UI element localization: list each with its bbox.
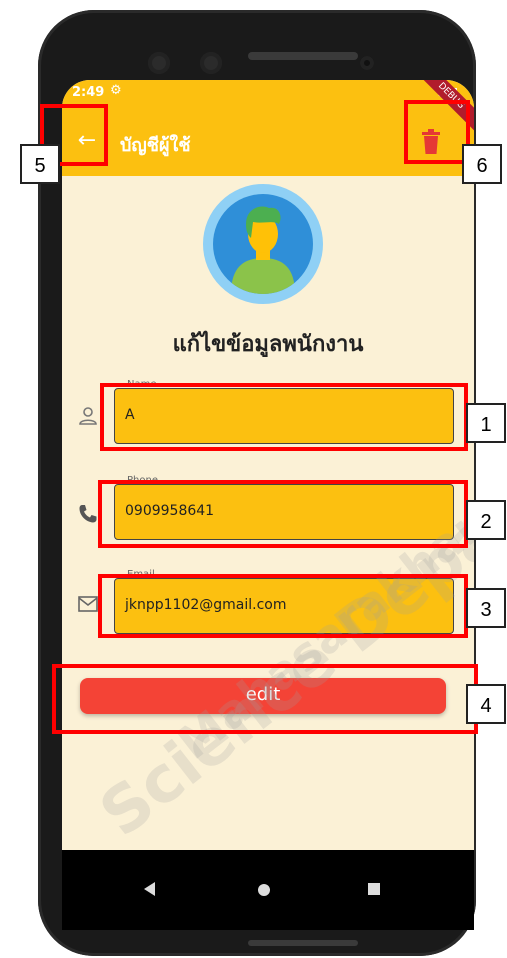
annotation-number-2: 2 [466,500,506,540]
status-time: 2:49 [72,85,105,100]
form-heading: แก้ไขข้อมูลพนักงาน [172,332,364,357]
person-icon [79,407,97,425]
nav-home-icon[interactable] [258,884,270,896]
highlight-box-phone [98,480,468,548]
bottom-speaker [248,940,358,946]
highlight-box-delete [404,100,470,164]
camera-icon [200,52,222,74]
highlight-box-email [98,574,468,638]
annotation-number-4: 4 [466,684,506,724]
earpiece-speaker [248,52,358,60]
front-sensor [360,56,374,70]
page-title: บัญชีผู้ใช้ [120,135,191,156]
android-nav-bar [62,850,474,930]
settings-gear-icon: ⚙ [110,83,122,98]
phone-icon [79,505,97,523]
nav-back-icon[interactable] [144,882,155,896]
avatar-portrait [213,194,313,294]
camera-icon [148,52,170,74]
annotation-number-1: 1 [466,403,506,443]
annotation-number-3: 3 [466,588,506,628]
person-illustration-icon [231,206,295,294]
highlight-box-edit [52,664,478,734]
nav-recents-icon[interactable] [368,883,380,895]
annotation-number-5: 5 [20,144,60,184]
avatar [203,184,323,304]
mail-icon [78,596,98,612]
annotation-number-6: 6 [462,144,502,184]
highlight-box-name [100,383,468,451]
